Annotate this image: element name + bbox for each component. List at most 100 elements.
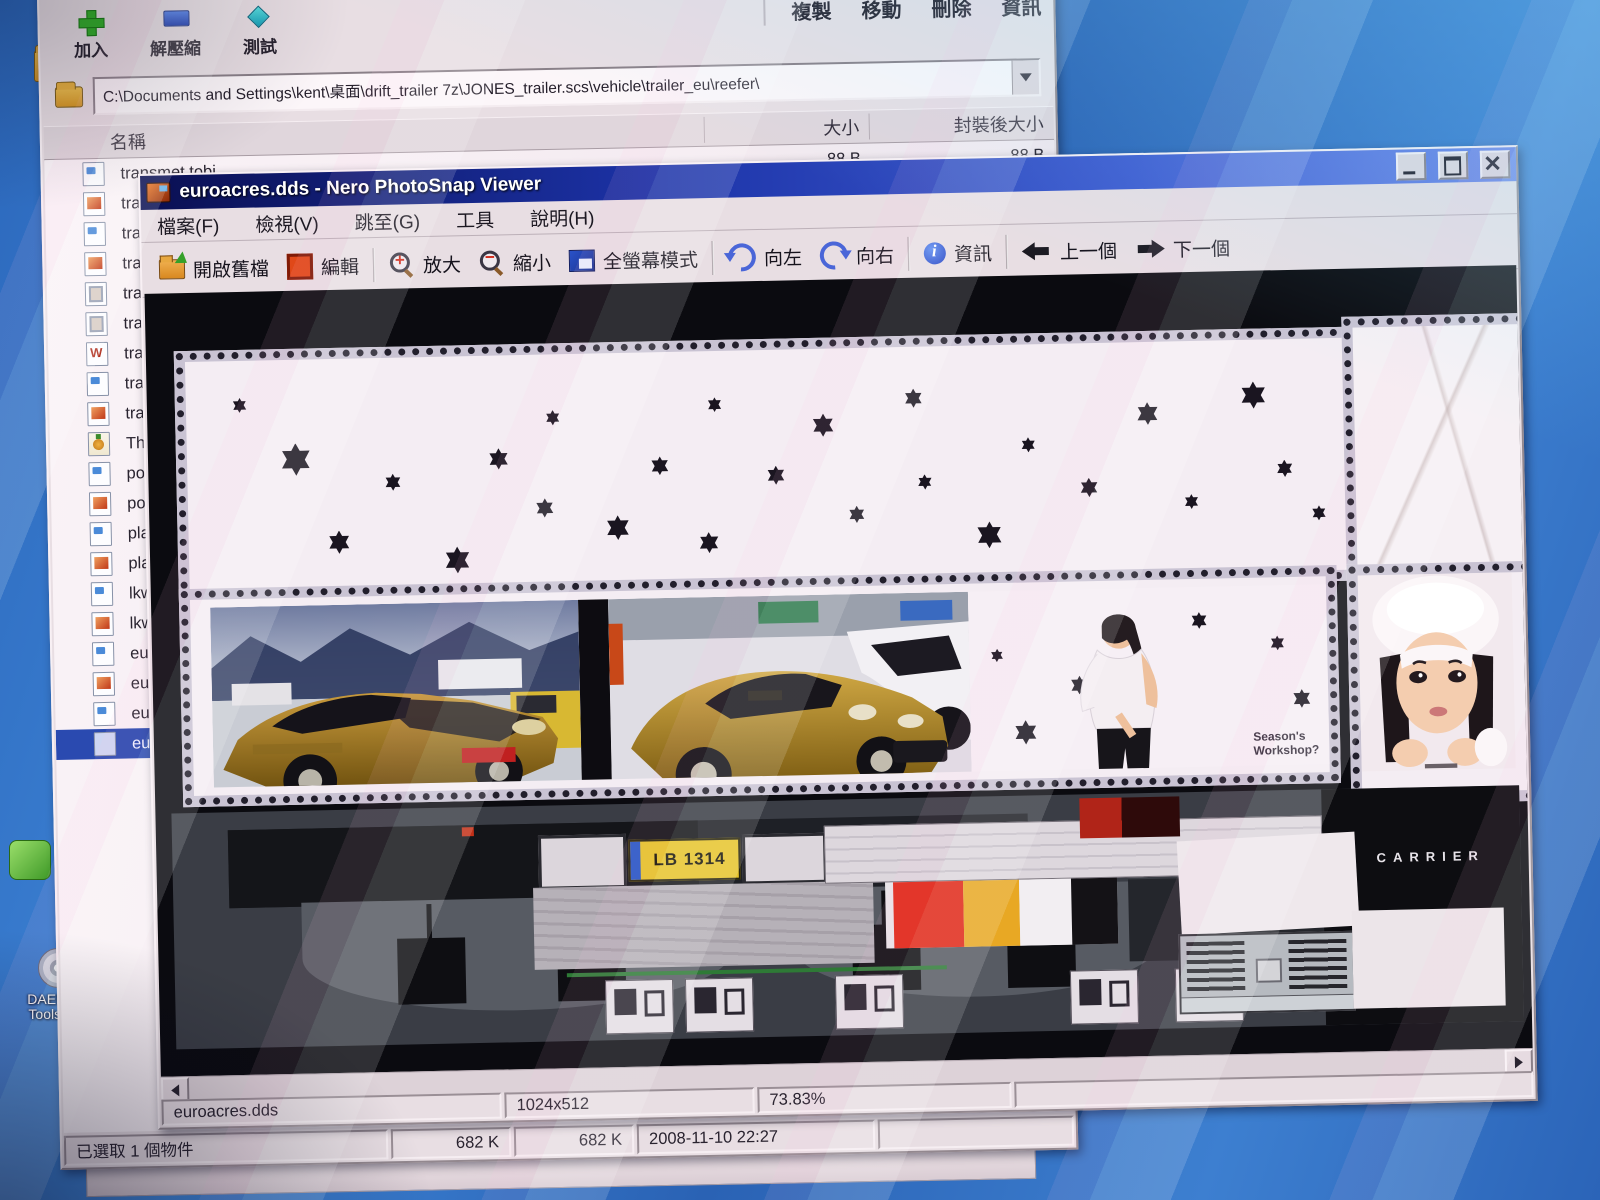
star-of-david bbox=[1184, 494, 1199, 509]
star-of-david bbox=[545, 410, 560, 425]
file-icon-img bbox=[84, 251, 107, 277]
menu-item[interactable]: 說明(H) bbox=[530, 203, 595, 231]
weathered-box bbox=[533, 880, 875, 970]
menu-item[interactable]: 工具 bbox=[456, 205, 495, 233]
swatch-black bbox=[1070, 877, 1119, 945]
star-of-david bbox=[1239, 381, 1267, 409]
button-label: 編輯 bbox=[320, 256, 360, 279]
star-of-david bbox=[848, 506, 865, 523]
photo-girl-panel: Season's Workshop? bbox=[967, 584, 1330, 772]
star-of-david bbox=[1270, 635, 1285, 650]
photo-drift-car bbox=[210, 599, 582, 788]
toolbar-prev-button[interactable]: 上一個 bbox=[1013, 232, 1127, 269]
toolbar-next-button[interactable]: 下一個 bbox=[1126, 229, 1240, 266]
star-of-david bbox=[444, 546, 472, 574]
button-label: 下一個 bbox=[1172, 238, 1231, 261]
button-label: 加入 bbox=[73, 40, 109, 61]
file-icon-pine bbox=[87, 431, 111, 457]
star-of-david bbox=[327, 530, 350, 553]
marker-light bbox=[461, 827, 474, 837]
toolbar-edit-button[interactable]: 編輯 bbox=[278, 248, 369, 285]
license-plate: LB 1314 bbox=[628, 837, 741, 882]
nero-photosnap-window: euroacres.dds - Nero PhotoSnap Viewer 檔案… bbox=[138, 145, 1538, 1130]
sevenzip-toolbar-left: 加入 解壓縮 測試 bbox=[65, 4, 285, 63]
file-icon-img bbox=[91, 611, 114, 637]
add-icon bbox=[75, 10, 105, 35]
sevenzip-action-button[interactable]: 複製 bbox=[791, 0, 832, 25]
menu-item[interactable]: 檔案(F) bbox=[157, 211, 220, 239]
close-button[interactable] bbox=[1479, 150, 1511, 179]
vent-slats bbox=[1186, 940, 1246, 995]
status-zoom: 73.83% bbox=[757, 1081, 1012, 1114]
magnifier-handle bbox=[494, 266, 504, 277]
button-label: 向右 bbox=[855, 245, 895, 268]
toolbar-separator bbox=[1005, 234, 1009, 269]
button-label: 資訊 bbox=[1001, 0, 1042, 20]
button-label: 刪除 bbox=[931, 0, 972, 22]
toolbar-info-button[interactable]: 資訊 bbox=[915, 234, 1002, 271]
toolbar-rotr-button[interactable]: 向右 bbox=[811, 235, 904, 276]
license-plate-text: LB 1314 bbox=[653, 848, 726, 870]
status-size: 682 K bbox=[390, 1126, 512, 1160]
file-icon-img bbox=[88, 491, 112, 517]
workshop-caption: Season's Workshop? bbox=[1253, 728, 1320, 758]
toolbar-separator bbox=[907, 236, 911, 271]
mudflap bbox=[397, 937, 467, 1005]
star-of-david bbox=[976, 521, 1004, 549]
file-icon-doc bbox=[83, 221, 107, 247]
column-size[interactable]: 大小 bbox=[704, 113, 871, 143]
file-icon-doc bbox=[88, 461, 111, 487]
menu-item[interactable]: 檢視(V) bbox=[255, 209, 319, 237]
file-icon-doc bbox=[89, 521, 113, 547]
button-label: 測試 bbox=[242, 37, 278, 58]
next-icon bbox=[1135, 240, 1165, 259]
image-canvas[interactable]: Season's Workshop? LB 1314 CARRIER bbox=[144, 265, 1533, 1078]
minimize-button[interactable] bbox=[1395, 152, 1427, 181]
star-of-david bbox=[384, 474, 401, 491]
sevenzip-add-button[interactable]: 加入 bbox=[65, 8, 116, 64]
sevenzip-test-button[interactable]: 測試 bbox=[234, 4, 285, 60]
path-dropdown-button[interactable] bbox=[1011, 60, 1040, 95]
sevenzip-extract-button[interactable]: 解壓縮 bbox=[141, 6, 209, 62]
sevenzip-action-button[interactable]: 刪除 bbox=[931, 0, 972, 22]
red-unit bbox=[1079, 796, 1181, 839]
toolbar-open-button[interactable]: 開啟舊檔 bbox=[150, 250, 279, 288]
toolbar-full-button[interactable]: 全螢幕模式 bbox=[560, 241, 708, 279]
star-of-david bbox=[605, 515, 631, 541]
toolbar-rotl-button[interactable]: 向左 bbox=[719, 237, 812, 278]
texture-portrait-panel bbox=[1346, 560, 1533, 805]
star-of-david bbox=[707, 397, 722, 412]
sevenzip-action-button[interactable]: 移動 bbox=[861, 0, 902, 24]
button-label: 資訊 bbox=[953, 243, 993, 266]
button-label: 解壓縮 bbox=[149, 38, 202, 59]
star-of-david bbox=[766, 466, 785, 485]
star-of-david bbox=[1020, 437, 1035, 452]
toolbar-zin-button[interactable]: 放大 bbox=[380, 246, 471, 283]
file-icon-img bbox=[92, 671, 116, 697]
button-label: 放大 bbox=[422, 254, 462, 277]
file-icon-doc bbox=[82, 161, 105, 187]
path-text[interactable]: C:\Documents and Settings\kent\桌面\drift_… bbox=[95, 67, 1012, 107]
star-of-david bbox=[535, 498, 554, 517]
color-calibration-strip bbox=[885, 877, 1119, 949]
star-of-david bbox=[488, 448, 509, 469]
texture-star-band bbox=[173, 326, 1359, 606]
star-of-david bbox=[1079, 478, 1098, 497]
menu-item[interactable]: 跳至(G) bbox=[354, 207, 420, 235]
file-icon-img bbox=[87, 401, 110, 427]
maximize-button[interactable] bbox=[1437, 151, 1469, 180]
path-combobox[interactable]: C:\Documents and Settings\kent\桌面\drift_… bbox=[92, 58, 1042, 116]
status-modified: 2008-11-10 22:27 bbox=[636, 1119, 876, 1155]
file-icon-text bbox=[85, 341, 109, 367]
extract-icon bbox=[160, 8, 190, 33]
column-packed-size[interactable]: 封裝後大小 bbox=[870, 110, 1054, 140]
carrier-logo: CARRIER bbox=[1376, 847, 1485, 866]
status-selected: 已選取 1 個物件 bbox=[63, 1129, 389, 1166]
grille-center bbox=[1255, 958, 1283, 983]
toolbar-zout-button[interactable]: 縮小 bbox=[470, 244, 561, 281]
file-icon-img bbox=[90, 551, 113, 577]
star-of-david bbox=[650, 456, 669, 475]
swatch-white bbox=[1018, 878, 1073, 946]
full-icon bbox=[568, 249, 596, 272]
sevenzip-action-button[interactable]: 資訊 bbox=[1001, 0, 1042, 21]
